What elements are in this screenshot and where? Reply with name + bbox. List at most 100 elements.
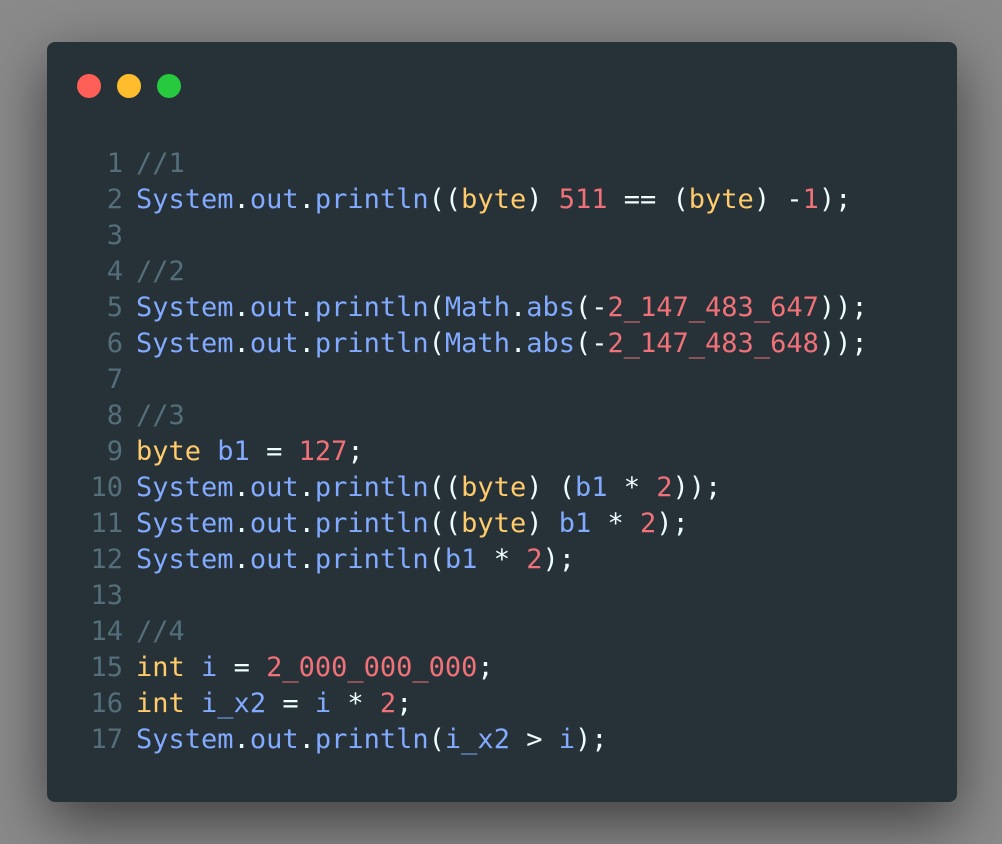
code-token: 2_147_483_647 <box>607 292 819 323</box>
code-token: out <box>249 508 299 539</box>
line-number: 10 <box>90 472 123 503</box>
code-token: out <box>249 724 299 755</box>
code-token: b1 <box>217 436 250 467</box>
code-token: i <box>558 724 575 755</box>
code-token: ; <box>477 652 494 683</box>
code-token: println <box>314 184 429 215</box>
code-token: b1 <box>444 544 478 575</box>
code-token: System <box>136 472 234 503</box>
code-token: ( <box>428 328 445 359</box>
code-token: println <box>314 328 429 359</box>
code-token: //4 <box>136 616 185 647</box>
code-token: )); <box>818 292 868 323</box>
minimize-button[interactable] <box>117 74 141 98</box>
code-window: 1 //1 2 System.out.println((byte) 511 == (b… <box>47 42 957 802</box>
code-token: (- <box>575 292 608 323</box>
line-text: System.out.println((byte) 511 == (byte) … <box>136 182 851 218</box>
code-token: . <box>233 724 250 755</box>
code-token: abs <box>526 328 575 359</box>
code-token: out <box>249 184 299 215</box>
code-token: . <box>509 292 527 323</box>
code-token: 2_000_000_000 <box>266 652 478 683</box>
line-text: int i_x2 = i * 2; <box>136 686 412 722</box>
line-number: 9 <box>106 436 123 467</box>
code-token: . <box>233 508 250 539</box>
code-token: int <box>136 688 185 719</box>
code-token: . <box>298 328 315 359</box>
code-token: abs <box>526 292 575 323</box>
code-token: . <box>233 328 250 359</box>
line-number: 6 <box>106 328 123 359</box>
code-token: ); <box>542 544 575 575</box>
code-line: 1 //1 <box>79 146 868 182</box>
line-number: 3 <box>106 220 123 251</box>
code-line: 13 <box>79 578 868 614</box>
line-number: 5 <box>106 292 123 323</box>
code-token: i <box>201 652 218 683</box>
code-token: Math <box>444 292 510 323</box>
window-controls <box>77 74 181 98</box>
code-token: . <box>233 472 250 503</box>
code-token: ; <box>396 688 413 719</box>
code-token: 2 <box>656 472 673 503</box>
code-token: = <box>217 652 267 683</box>
code-token: //1 <box>136 148 185 179</box>
code-token: * <box>591 508 641 539</box>
code-token: b1 <box>558 508 592 539</box>
line-text: byte b1 = 127; <box>136 434 364 470</box>
line-number: 8 <box>106 400 123 431</box>
code-line: 15 int i = 2_000_000_000; <box>79 650 868 686</box>
line-text: System.out.println((byte) b1 * 2); <box>136 506 689 542</box>
code-token: ) <box>526 184 559 215</box>
code-token: out <box>249 544 299 575</box>
code-token: out <box>249 328 299 359</box>
code-token: . <box>298 508 315 539</box>
code-token: int <box>136 652 185 683</box>
code-token: System <box>136 328 234 359</box>
line-text: System.out.println((byte) (b1 * 2)); <box>136 470 721 506</box>
code-line: 7 <box>79 362 868 398</box>
line-number: 12 <box>90 544 123 575</box>
code-token: i_x2 <box>201 688 267 719</box>
code-token: 1 <box>802 184 819 215</box>
code-token: System <box>136 508 234 539</box>
line-number: 1 <box>106 148 123 179</box>
code-token: (( <box>428 184 462 215</box>
code-token: ( <box>428 292 445 323</box>
close-button[interactable] <box>77 74 101 98</box>
code-token: ; <box>347 436 364 467</box>
code-line: 9 byte b1 = 127; <box>79 434 868 470</box>
code-token: ( <box>428 724 445 755</box>
code-token: ); <box>656 508 689 539</box>
code-token: . <box>298 184 315 215</box>
line-text: System.out.println(Math.abs(-2_147_483_6… <box>136 290 868 326</box>
code-line: 6 System.out.println(Math.abs(-2_147_483_… <box>79 326 868 362</box>
code-line: 17 System.out.println(i_x2 > i); <box>79 722 868 758</box>
code-token: 127 <box>298 436 348 467</box>
code-token: . <box>233 544 250 575</box>
code-token: byte <box>461 184 527 215</box>
code-token: )); <box>672 472 722 503</box>
code-token: = <box>266 688 315 719</box>
line-number: 17 <box>90 724 123 755</box>
maximize-button[interactable] <box>157 74 181 98</box>
line-number: 2 <box>106 184 123 215</box>
code-token: b1 <box>574 472 608 503</box>
code-line: 5 System.out.println(Math.abs(-2_147_483_… <box>79 290 868 326</box>
code-token: //3 <box>136 400 185 431</box>
line-text: int i = 2_000_000_000; <box>136 650 494 686</box>
code-token: System <box>136 544 234 575</box>
line-text: //2 <box>136 254 185 290</box>
code-token: ) ( <box>526 472 575 503</box>
line-text: System.out.println(i_x2 > i); <box>136 722 608 758</box>
code-token: . <box>509 328 527 359</box>
code-token: > <box>509 724 559 755</box>
code-token: //2 <box>136 256 185 287</box>
code-token: println <box>314 472 429 503</box>
code-line: 3 <box>79 218 868 254</box>
code-line: 16 int i_x2 = i * 2; <box>79 686 868 722</box>
code-token: * <box>331 688 380 719</box>
code-token: ); <box>575 724 608 755</box>
